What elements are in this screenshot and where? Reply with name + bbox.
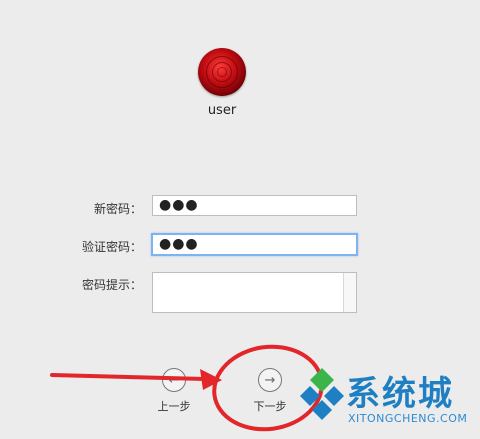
red-arrow-annotation: [50, 369, 222, 390]
watermark-title: 系统城: [346, 374, 454, 414]
watermark-subtitle: XITONGCHENG.COM: [348, 412, 468, 425]
diamond-logo-icon: [300, 368, 344, 420]
watermark-logo: 系统城 XITONGCHENG.COM: [298, 362, 474, 434]
